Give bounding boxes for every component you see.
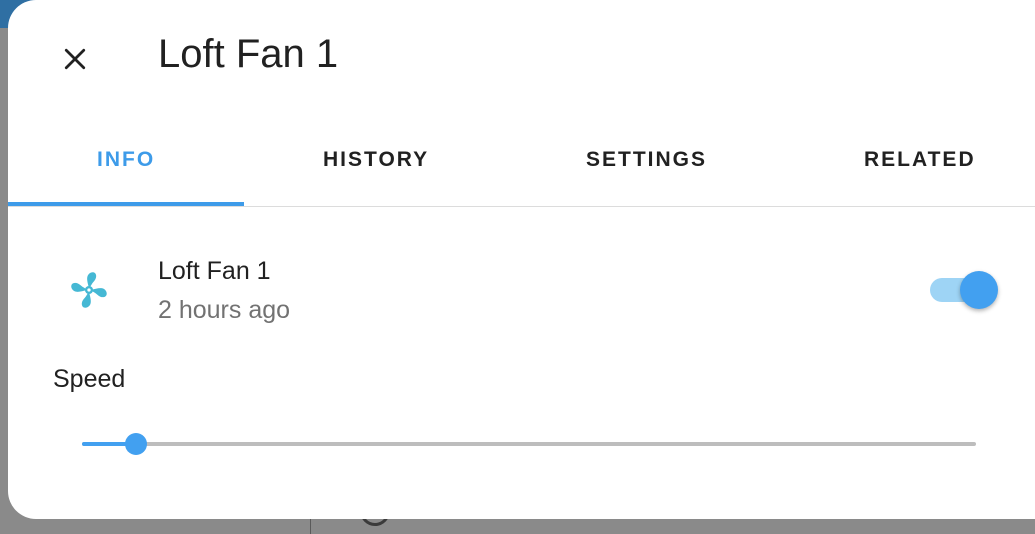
close-icon (64, 48, 86, 70)
dialog-title: Loft Fan 1 (158, 32, 339, 76)
entity-name: Loft Fan 1 (158, 257, 271, 285)
tab-history[interactable]: HISTORY (323, 148, 429, 172)
last-changed-time: 2 hours ago (158, 296, 291, 324)
tabs-divider (8, 206, 1035, 207)
slider-track[interactable] (82, 442, 976, 446)
speed-slider[interactable] (82, 430, 978, 460)
speed-label: Speed (53, 365, 126, 393)
fan-icon (71, 272, 107, 308)
close-button[interactable] (52, 36, 98, 82)
toggle-thumb[interactable] (960, 271, 998, 309)
fan-power-toggle[interactable] (928, 270, 1000, 310)
tab-info[interactable]: INFO (97, 148, 155, 172)
tab-related[interactable]: RELATED (864, 148, 976, 172)
more-info-dialog: Loft Fan 1 INFO HISTORY SETTINGS RELATED… (8, 0, 1035, 519)
tab-settings[interactable]: SETTINGS (586, 148, 707, 172)
slider-thumb[interactable] (125, 433, 147, 455)
